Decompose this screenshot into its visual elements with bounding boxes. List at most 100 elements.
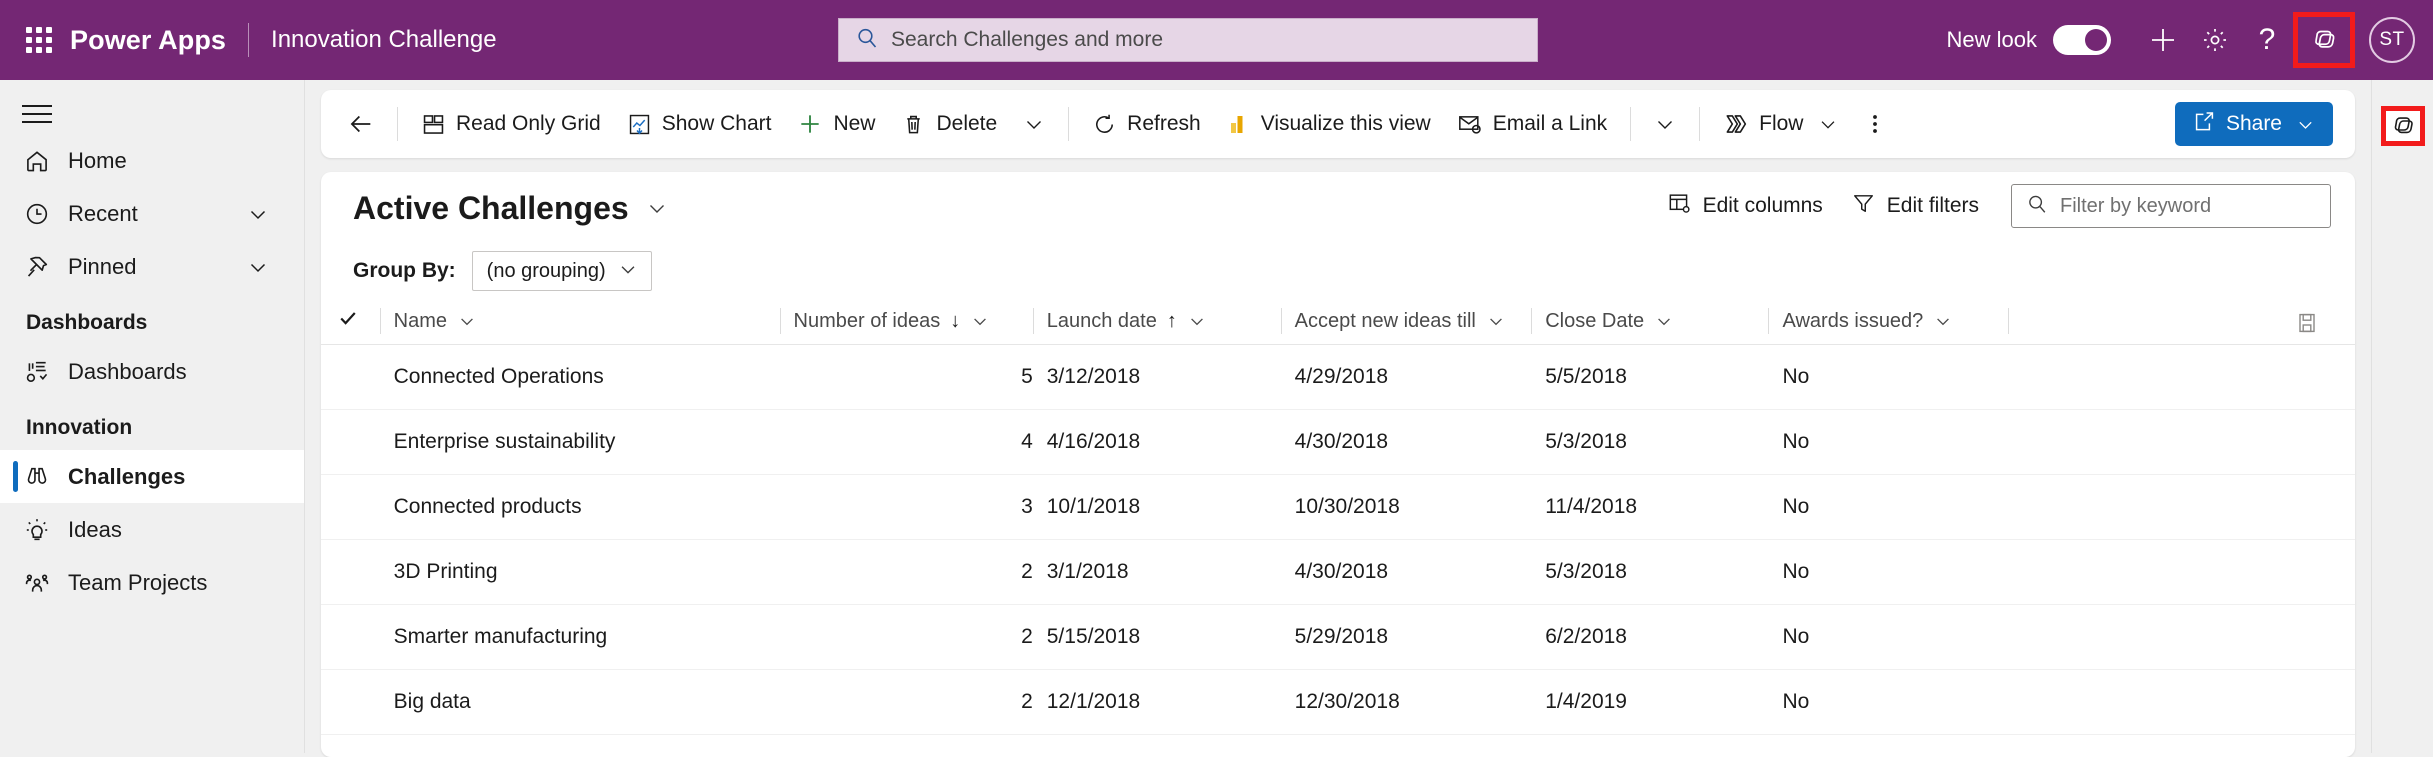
cell-name[interactable]: Connected products: [380, 475, 780, 540]
avatar[interactable]: ST: [2369, 17, 2415, 63]
cell-name[interactable]: 3D Printing: [380, 540, 780, 605]
sidebar-item-home[interactable]: Home: [0, 134, 304, 187]
chevron-down-icon[interactable]: [1641, 101, 1689, 147]
view-panel: Active Challenges Edit columns: [321, 172, 2355, 757]
app-name-label[interactable]: Innovation Challenge: [271, 26, 497, 54]
column-header-number-of-ideas[interactable]: Number of ideas ↓: [780, 298, 1033, 345]
cell-close-date: 5/5/2018: [1531, 345, 1768, 410]
row-select-cell[interactable]: [321, 345, 380, 410]
refresh-button[interactable]: Refresh: [1079, 101, 1214, 147]
sidebar-item-label: Recent: [68, 201, 138, 227]
back-arrow-icon[interactable]: [335, 101, 387, 147]
lightbulb-icon: [24, 517, 58, 543]
chevron-down-icon[interactable]: [970, 311, 990, 331]
column-label: Launch date: [1047, 310, 1157, 333]
chevron-down-icon[interactable]: [1817, 113, 1839, 135]
sidebar-item-recent[interactable]: Recent: [0, 187, 304, 240]
flow-button[interactable]: Flow: [1710, 101, 1852, 147]
refresh-icon: [1092, 112, 1117, 137]
email-icon: [1457, 111, 1483, 137]
cell-name[interactable]: Smarter manufacturing: [380, 605, 780, 670]
command-label: Read Only Grid: [456, 112, 601, 136]
row-select-cell[interactable]: [321, 605, 380, 670]
cell-spacer: [2008, 475, 2168, 540]
edit-filters-button[interactable]: Edit filters: [1837, 184, 1993, 228]
table-row[interactable]: 3D Printing23/1/20184/30/20185/3/2018No: [321, 540, 2355, 605]
page-title: Active Challenges: [353, 190, 629, 227]
select-all-checkbox[interactable]: [321, 298, 380, 345]
table-row[interactable]: Enterprise sustainability44/16/20184/30/…: [321, 410, 2355, 475]
copilot-icon[interactable]: [2293, 12, 2355, 68]
table-row[interactable]: Connected products310/1/201810/30/201811…: [321, 475, 2355, 540]
new-button[interactable]: New: [784, 101, 888, 147]
chevron-down-icon[interactable]: [1486, 311, 1506, 331]
show-chart-button[interactable]: Show Chart: [614, 101, 785, 147]
cell-name[interactable]: Connected Operations: [380, 345, 780, 410]
app-launcher-icon[interactable]: [22, 23, 56, 57]
cell-number-of-ideas: 2: [780, 540, 1033, 605]
sidebar-item-label: Home: [68, 148, 127, 174]
table-row[interactable]: Big data212/1/201812/30/20181/4/2019No: [321, 670, 2355, 735]
share-button[interactable]: Share: [2175, 102, 2333, 146]
row-select-cell[interactable]: [321, 410, 380, 475]
column-header-accept-new-ideas-till[interactable]: Accept new ideas till: [1281, 298, 1532, 345]
chevron-down-icon[interactable]: [457, 311, 477, 331]
home-icon: [24, 148, 58, 174]
sidebar-item-team-projects[interactable]: Team Projects: [0, 556, 304, 609]
cell-launch-date: 3/12/2018: [1033, 345, 1281, 410]
command-label: Visualize this view: [1261, 112, 1431, 136]
gear-icon[interactable]: [2189, 14, 2241, 66]
row-select-cell[interactable]: [321, 540, 380, 605]
email-a-link-button[interactable]: Email a Link: [1444, 101, 1620, 147]
cell-number-of-ideas: 2: [780, 605, 1033, 670]
table-row[interactable]: Smarter manufacturing25/15/20185/29/2018…: [321, 605, 2355, 670]
table-row[interactable]: Connected Operations53/12/20184/29/20185…: [321, 345, 2355, 410]
cell-close-date: 11/4/2018: [1531, 475, 1768, 540]
chevron-down-icon[interactable]: [1654, 311, 1674, 331]
column-header-close-date[interactable]: Close Date: [1531, 298, 1768, 345]
command-divider: [1699, 107, 1700, 141]
chevron-down-icon[interactable]: [1933, 311, 1953, 331]
row-select-cell[interactable]: [321, 475, 380, 540]
cell-name[interactable]: Enterprise sustainability: [380, 410, 780, 475]
chevron-down-icon[interactable]: [1187, 311, 1207, 331]
visualize-this-view-button[interactable]: Visualize this view: [1214, 101, 1444, 147]
search-input[interactable]: Search Challenges and more: [838, 18, 1538, 62]
chart-icon: [627, 112, 652, 137]
cell-name[interactable]: Big data: [380, 670, 780, 735]
chevron-down-icon[interactable]: [1010, 101, 1058, 147]
cell-accept-new-ideas-till: 4/30/2018: [1281, 410, 1532, 475]
global-search[interactable]: Search Challenges and more: [838, 18, 1538, 62]
column-header-name[interactable]: Name: [380, 298, 780, 345]
cell-launch-date: 12/1/2018: [1033, 670, 1281, 735]
keyword-filter-input[interactable]: Filter by keyword: [2011, 184, 2331, 228]
group-by-select[interactable]: (no grouping): [472, 251, 652, 291]
sidebar-item-challenges[interactable]: Challenges: [0, 450, 304, 503]
hamburger-menu-icon[interactable]: [22, 94, 62, 134]
column-header-launch-date[interactable]: Launch date ↑: [1033, 298, 1281, 345]
chevron-down-icon[interactable]: [645, 196, 669, 220]
chevron-down-icon[interactable]: [246, 202, 270, 226]
top-bar-actions: New look ? ST: [1947, 0, 2433, 80]
new-look-toggle[interactable]: [2053, 25, 2111, 55]
column-label: Close Date: [1545, 310, 1644, 333]
more-vertical-icon[interactable]: [1852, 101, 1898, 147]
column-header-awards-issued[interactable]: Awards issued?: [1768, 298, 2008, 345]
cell-launch-date: 3/1/2018: [1033, 540, 1281, 605]
cell-spacer: [2008, 605, 2168, 670]
help-icon[interactable]: ?: [2241, 14, 2293, 66]
sidebar-item-dashboards[interactable]: Dashboards: [0, 345, 304, 398]
edit-columns-button[interactable]: Edit columns: [1653, 184, 1837, 228]
chevron-down-icon[interactable]: [246, 255, 270, 279]
brand-label[interactable]: Power Apps: [70, 25, 226, 56]
read-only-grid-button[interactable]: Read Only Grid: [408, 101, 614, 147]
sidebar-item-label: Pinned: [68, 254, 137, 280]
sidebar-item-ideas[interactable]: Ideas: [0, 503, 304, 556]
chevron-down-icon[interactable]: [2295, 114, 2316, 135]
sidebar-item-pinned[interactable]: Pinned: [0, 240, 304, 293]
column-label: Name: [394, 310, 447, 333]
plus-icon[interactable]: [2137, 14, 2189, 66]
delete-button[interactable]: Delete: [888, 101, 1010, 147]
copilot-icon[interactable]: [2381, 106, 2425, 146]
row-select-cell[interactable]: [321, 670, 380, 735]
